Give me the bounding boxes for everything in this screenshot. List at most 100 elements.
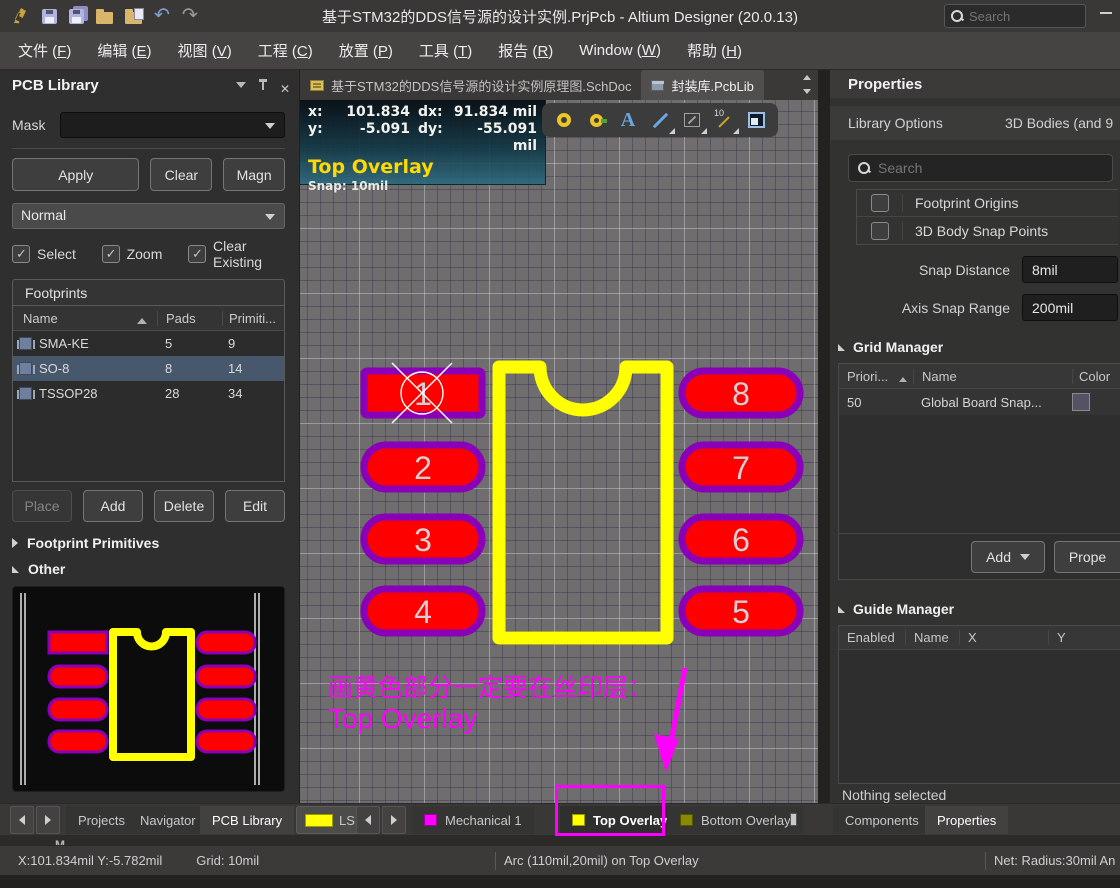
edit-footprint-button[interactable]: Edit <box>225 490 285 522</box>
menu-project[interactable]: 工程 (C) <box>258 40 313 61</box>
panel-tab-scroll-right-button[interactable] <box>36 806 60 834</box>
pad[interactable]: 5 <box>678 585 804 637</box>
table-row-selected[interactable]: SO-8 8 14 <box>13 356 284 381</box>
grid-color-swatch[interactable] <box>1072 393 1090 411</box>
guide-table-header[interactable]: Enabled Name X Y <box>839 626 1120 650</box>
global-search-input[interactable] <box>969 8 1079 24</box>
menu-window[interactable]: Window (W) <box>579 42 661 59</box>
library-options-label[interactable]: Library Options <box>848 115 943 131</box>
clear-button[interactable]: Clear <box>150 158 213 191</box>
tab-navigator[interactable]: Navigator <box>128 806 208 834</box>
place-line-icon[interactable] <box>646 106 675 134</box>
place-dimension-icon[interactable] <box>710 106 739 134</box>
place-button[interactable]: Place <box>12 490 72 522</box>
menu-help[interactable]: 帮助 (H) <box>687 40 742 61</box>
mask-combobox[interactable] <box>60 112 285 138</box>
table-row[interactable]: TSSOP28 28 34 <box>13 381 284 406</box>
layer-tab-bottom-overlay[interactable]: Bottom Overlay <box>668 806 803 834</box>
minimize-icon[interactable] <box>1100 12 1112 14</box>
footprint-origins-checkbox[interactable] <box>870 194 889 212</box>
silkscreen-outline[interactable] <box>492 360 674 645</box>
pcb-canvas[interactable]: 1 2 3 4 8 7 6 5 x: 101.834 dx: 91.834 mi… <box>300 100 818 803</box>
open-button[interactable] <box>96 9 113 24</box>
grid-manager-section[interactable]: Grid Manager <box>830 339 1120 355</box>
clear-existing-checkbox[interactable] <box>188 245 207 263</box>
table-row[interactable]: SMA-KE 5 9 <box>13 331 284 356</box>
pad[interactable]: 2 <box>360 441 486 493</box>
filter-mode-combobox[interactable]: Normal <box>12 203 285 229</box>
tab-scroll-up-button[interactable] <box>800 72 814 83</box>
board-shape-icon[interactable] <box>742 106 770 134</box>
magnify-button[interactable]: Magn <box>223 158 285 191</box>
footprint-primitives-section[interactable]: Footprint Primitives <box>12 535 285 551</box>
sort-asc-icon <box>899 376 907 382</box>
zoom-checkbox[interactable] <box>101 245 120 263</box>
selection-status: Nothing selected <box>842 787 947 803</box>
delete-footprint-button[interactable]: Delete <box>154 490 214 522</box>
tab-properties[interactable]: Properties <box>925 806 1009 834</box>
properties-search-input[interactable] <box>878 160 1103 177</box>
tab-pcblib[interactable]: 封装库.PcbLib <box>641 70 764 100</box>
redo-icon[interactable]: ↷ <box>182 6 198 25</box>
properties-search-box[interactable] <box>848 154 1113 182</box>
pad[interactable]: 4 <box>360 585 486 637</box>
layer-tab-mechanical1[interactable]: Mechanical 1 <box>412 806 534 834</box>
menu-view[interactable]: 视图 (V) <box>178 40 232 61</box>
panel-tab-scroll-left-button[interactable] <box>10 806 34 834</box>
save-button[interactable] <box>42 8 57 24</box>
other-section[interactable]: Other <box>12 561 285 577</box>
pad[interactable]: 8 <box>678 367 804 419</box>
undo-icon[interactable]: ↶ <box>154 6 170 25</box>
place-text-icon[interactable]: A <box>614 106 642 134</box>
apply-button[interactable]: Apply <box>12 158 140 191</box>
guide-manager-section[interactable]: Guide Manager <box>830 601 1120 617</box>
close-panel-icon[interactable] <box>280 80 291 91</box>
footprints-section-header[interactable]: Footprints <box>12 279 285 306</box>
tab-projects[interactable]: Projects <box>66 806 137 834</box>
menu-edit[interactable]: 编辑 (E) <box>97 40 151 61</box>
footprints-table-header[interactable]: Name Pads Primiti... <box>13 306 284 331</box>
svg-text:5: 5 <box>732 594 750 630</box>
global-search-box[interactable] <box>944 4 1086 28</box>
altium-designer-window: ↶ ↷ 基于STM32的DDS信号源的设计实例.PrjPcb - Altium … <box>0 0 1120 888</box>
3d-body-snap-points-checkbox[interactable] <box>870 221 889 240</box>
tab-schdoc[interactable]: 基于STM32的DDS信号源的设计实例原理图.SchDoc <box>300 70 641 100</box>
axis-snap-range-input[interactable] <box>1022 294 1118 321</box>
tab-pcb-library[interactable]: PCB Library <box>200 806 295 834</box>
place-pad-icon[interactable] <box>550 106 578 134</box>
menu-place[interactable]: 放置 (P) <box>339 40 393 61</box>
select-checkbox[interactable] <box>12 245 30 263</box>
pad[interactable]: 1 <box>360 367 486 419</box>
layer-tab-top-overlay[interactable]: Top Overlay <box>560 806 680 834</box>
layer-scroll-right-button[interactable] <box>382 806 406 834</box>
pad[interactable]: 3 <box>360 513 486 565</box>
grid-properties-button[interactable]: Prope <box>1054 540 1120 573</box>
open-document-button[interactable] <box>125 8 144 24</box>
layer-scroll-left-button[interactable] <box>356 806 380 834</box>
annotation-text-line2: Top Overlay <box>328 703 478 734</box>
search-icon <box>951 10 963 22</box>
add-footprint-button[interactable]: Add <box>83 490 143 522</box>
save-all-button[interactable] <box>69 8 84 24</box>
panel-menu-icon[interactable] <box>236 82 246 88</box>
grid-manager-table: Priori... Name Color 50 Global Board Sna… <box>838 363 1120 580</box>
3d-bodies-label[interactable]: 3D Bodies (and 9 <box>1005 115 1113 131</box>
tab-scroll-down-button[interactable] <box>800 86 814 97</box>
grid-row[interactable]: 50 Global Board Snap... <box>839 389 1120 415</box>
layer-set-button[interactable]: LS <box>296 806 364 834</box>
snap-distance-input[interactable] <box>1022 256 1118 283</box>
menu-reports[interactable]: 报告 (R) <box>498 40 553 61</box>
svg-text:7: 7 <box>732 450 750 486</box>
place-via-icon[interactable] <box>582 106 610 134</box>
grid-table-header[interactable]: Priori... Name Color <box>839 364 1120 389</box>
add-grid-button[interactable]: Add <box>971 540 1045 573</box>
pin-icon[interactable] <box>258 79 268 91</box>
schematic-doc-icon <box>310 79 324 91</box>
place-region-icon[interactable] <box>678 106 707 134</box>
menu-file[interactable]: 文件 (F) <box>18 40 71 61</box>
option-row: 3D Body Snap Points <box>857 217 1118 244</box>
tab-components[interactable]: Components <box>833 806 931 834</box>
menu-tools[interactable]: 工具 (T) <box>419 40 472 61</box>
pad[interactable]: 7 <box>678 441 804 493</box>
pad[interactable]: 6 <box>678 513 804 565</box>
